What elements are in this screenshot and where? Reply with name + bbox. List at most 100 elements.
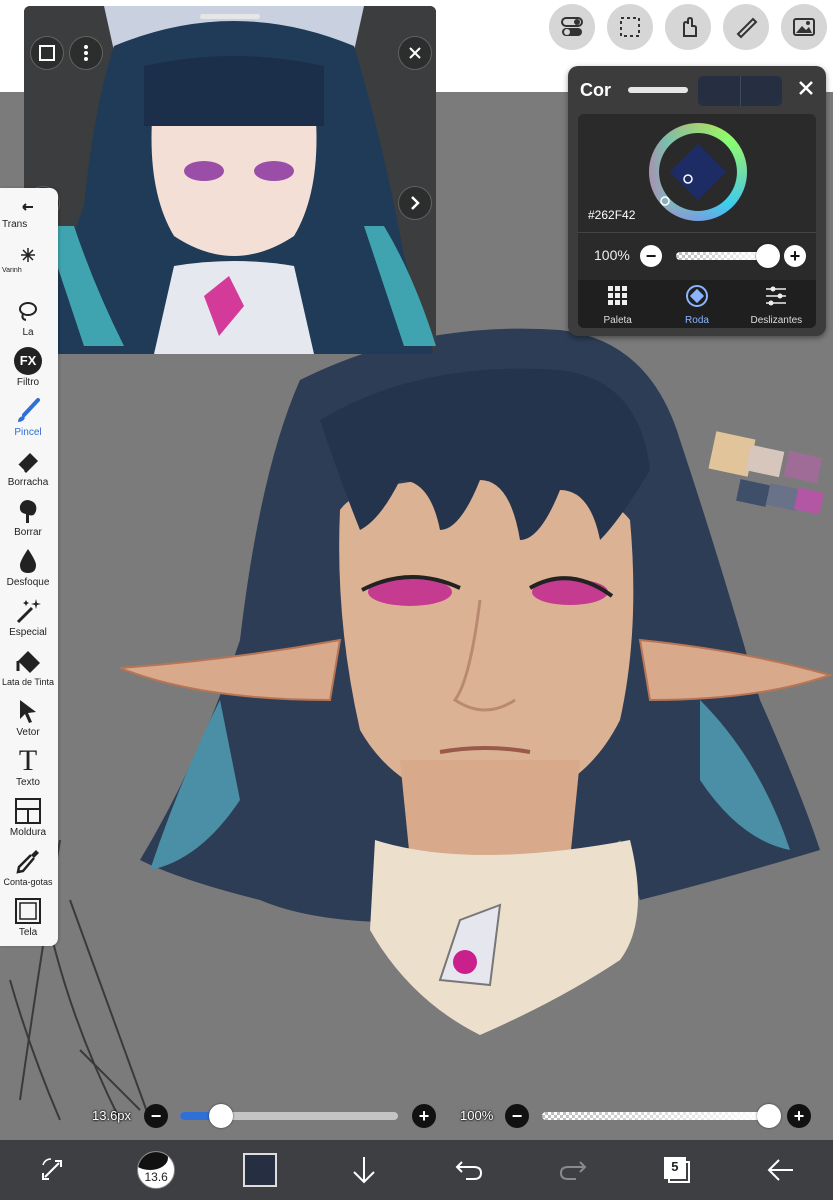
color-opacity-slider[interactable] (676, 244, 780, 268)
paint-bucket-icon (0, 646, 56, 676)
tool-filter-label: Filtro (16, 377, 40, 388)
color-opacity-knob[interactable] (756, 244, 780, 268)
transform-icon (0, 196, 56, 218)
reference-expand-button[interactable] (30, 36, 64, 70)
brush-opacity-knob[interactable] (757, 1104, 781, 1128)
text-icon: T (0, 746, 56, 776)
back-button[interactable] (751, 1145, 811, 1195)
brush-size-slider[interactable] (180, 1104, 398, 1128)
magic-wand-icon (0, 244, 56, 266)
tool-eraser[interactable]: Borracha (0, 446, 56, 496)
brush-opacity-slider[interactable] (542, 1104, 781, 1128)
blur-drop-icon (0, 546, 56, 576)
tool-magic-wand-label: Varinh (2, 267, 22, 274)
color-wheel[interactable] (648, 122, 748, 222)
hand-icon (683, 16, 697, 37)
rotate-arrows-icon (42, 1158, 63, 1180)
brush-size-plus-button[interactable]: + (412, 1104, 436, 1128)
color-wheel-icon (685, 285, 708, 307)
undo-icon (455, 1161, 482, 1180)
tool-canvas[interactable]: Tela (0, 896, 56, 946)
tool-brush-label: Pincel (14, 427, 42, 438)
reference-close-button[interactable] (398, 36, 432, 70)
quick-menu-button[interactable] (22, 1145, 82, 1195)
layers-icon: 5 (662, 1155, 692, 1185)
tool-transform[interactable]: Trans (0, 196, 56, 236)
close-icon (799, 81, 813, 95)
selection-icon (620, 17, 640, 37)
color-mode-tabs: Paleta Roda Deslizantes (578, 280, 816, 328)
color-opacity-minus-button[interactable]: − (640, 245, 662, 267)
tool-lasso[interactable]: La (0, 296, 56, 342)
tool-transform-label: Trans (2, 219, 28, 230)
selection-button[interactable] (607, 4, 653, 50)
color-opacity-plus-button[interactable]: + (784, 245, 806, 267)
reference-drag-handle[interactable] (200, 14, 260, 19)
brush-opacity-minus-button[interactable]: − (505, 1104, 529, 1128)
color-swatch-button[interactable] (230, 1145, 290, 1195)
toggle-button[interactable] (549, 4, 595, 50)
tool-frame[interactable]: Moldura (0, 796, 56, 846)
tool-text[interactable]: T Texto (0, 746, 56, 796)
tab-wheel[interactable]: Roda (657, 280, 736, 328)
tool-frame-label: Moldura (9, 827, 47, 838)
hex-value: #262F42 (588, 208, 636, 222)
frame-icon (0, 796, 56, 826)
more-vertical-icon (84, 45, 88, 61)
eyedropper-icon (0, 846, 56, 876)
brush-opacity-plus-button[interactable]: + (787, 1104, 811, 1128)
gesture-button[interactable] (665, 4, 711, 50)
redo-button[interactable] (543, 1145, 603, 1195)
download-button[interactable] (334, 1145, 394, 1195)
tool-smudge-label: Borrar (14, 527, 42, 538)
color-panel-close-button[interactable] (798, 78, 814, 100)
reference-menu-button[interactable] (69, 36, 103, 70)
tool-magic-wand[interactable]: Varinh (0, 244, 56, 284)
palette-grid-icon (607, 286, 627, 305)
brush-size-knob[interactable] (209, 1104, 233, 1128)
brush-opacity-value: 100% (460, 1108, 494, 1123)
image-icon (793, 18, 815, 36)
tool-brush[interactable]: Pincel (0, 396, 56, 446)
tool-eyedropper-label: Conta-gotas (3, 877, 53, 887)
color-panel-title: Cor (580, 80, 611, 100)
tool-eraser-label: Borracha (7, 477, 49, 488)
tab-palette[interactable]: Paleta (578, 280, 657, 328)
reference-window[interactable] (24, 6, 436, 354)
bottom-sliders: 13.6px − + 100% − + (0, 1100, 833, 1132)
undo-button[interactable] (439, 1145, 499, 1195)
layers-button[interactable]: 5 (647, 1145, 707, 1195)
tab-wheel-label: Roda (685, 315, 709, 326)
bottom-action-bar: 13.6 5 (0, 1140, 833, 1200)
tab-palette-label: Paleta (603, 315, 632, 326)
text-glyph: T (18, 744, 38, 777)
ruler-button[interactable] (723, 4, 769, 50)
tool-text-label: Texto (16, 777, 40, 788)
color-opacity-value: 100% (594, 247, 630, 263)
tool-blur[interactable]: Desfoque (0, 546, 56, 596)
smudge-icon (0, 496, 56, 526)
drawing-canvas[interactable]: Trans Varinh La FX Filtro Pincel Borrach… (0, 0, 833, 1140)
tool-paint-bucket[interactable]: Lata de Tinta (0, 646, 56, 696)
tool-filter[interactable]: FX Filtro (0, 346, 56, 396)
tool-eyedropper[interactable]: Conta-gotas (0, 846, 56, 896)
brush-preview: 13.6 (137, 1151, 176, 1189)
lasso-icon (0, 296, 56, 326)
tool-vector[interactable]: Vetor (0, 696, 56, 746)
color-panel-drag-handle[interactable] (628, 87, 688, 93)
brush-size-minus-button[interactable]: − (144, 1104, 168, 1128)
color-panel[interactable]: Cor #262F42 100% − + Paleta Roda Desliza… (568, 66, 826, 336)
brush-size-value: 13.6px (92, 1108, 132, 1123)
reference-next-button[interactable] (398, 186, 432, 220)
tab-sliders[interactable]: Deslizantes (737, 280, 816, 328)
brush-size-indicator[interactable]: 13.6 (126, 1145, 186, 1195)
tool-special[interactable]: Especial (0, 596, 56, 646)
special-brush-icon (0, 596, 56, 626)
brush-icon (0, 396, 56, 426)
current-color-swatch[interactable] (698, 76, 782, 106)
ruler-icon (736, 17, 758, 39)
tool-smudge[interactable]: Borrar (0, 496, 56, 546)
tool-paint-bucket-label: Lata de Tinta (1, 677, 55, 687)
image-button[interactable] (781, 4, 827, 50)
top-toolbar (549, 4, 827, 50)
